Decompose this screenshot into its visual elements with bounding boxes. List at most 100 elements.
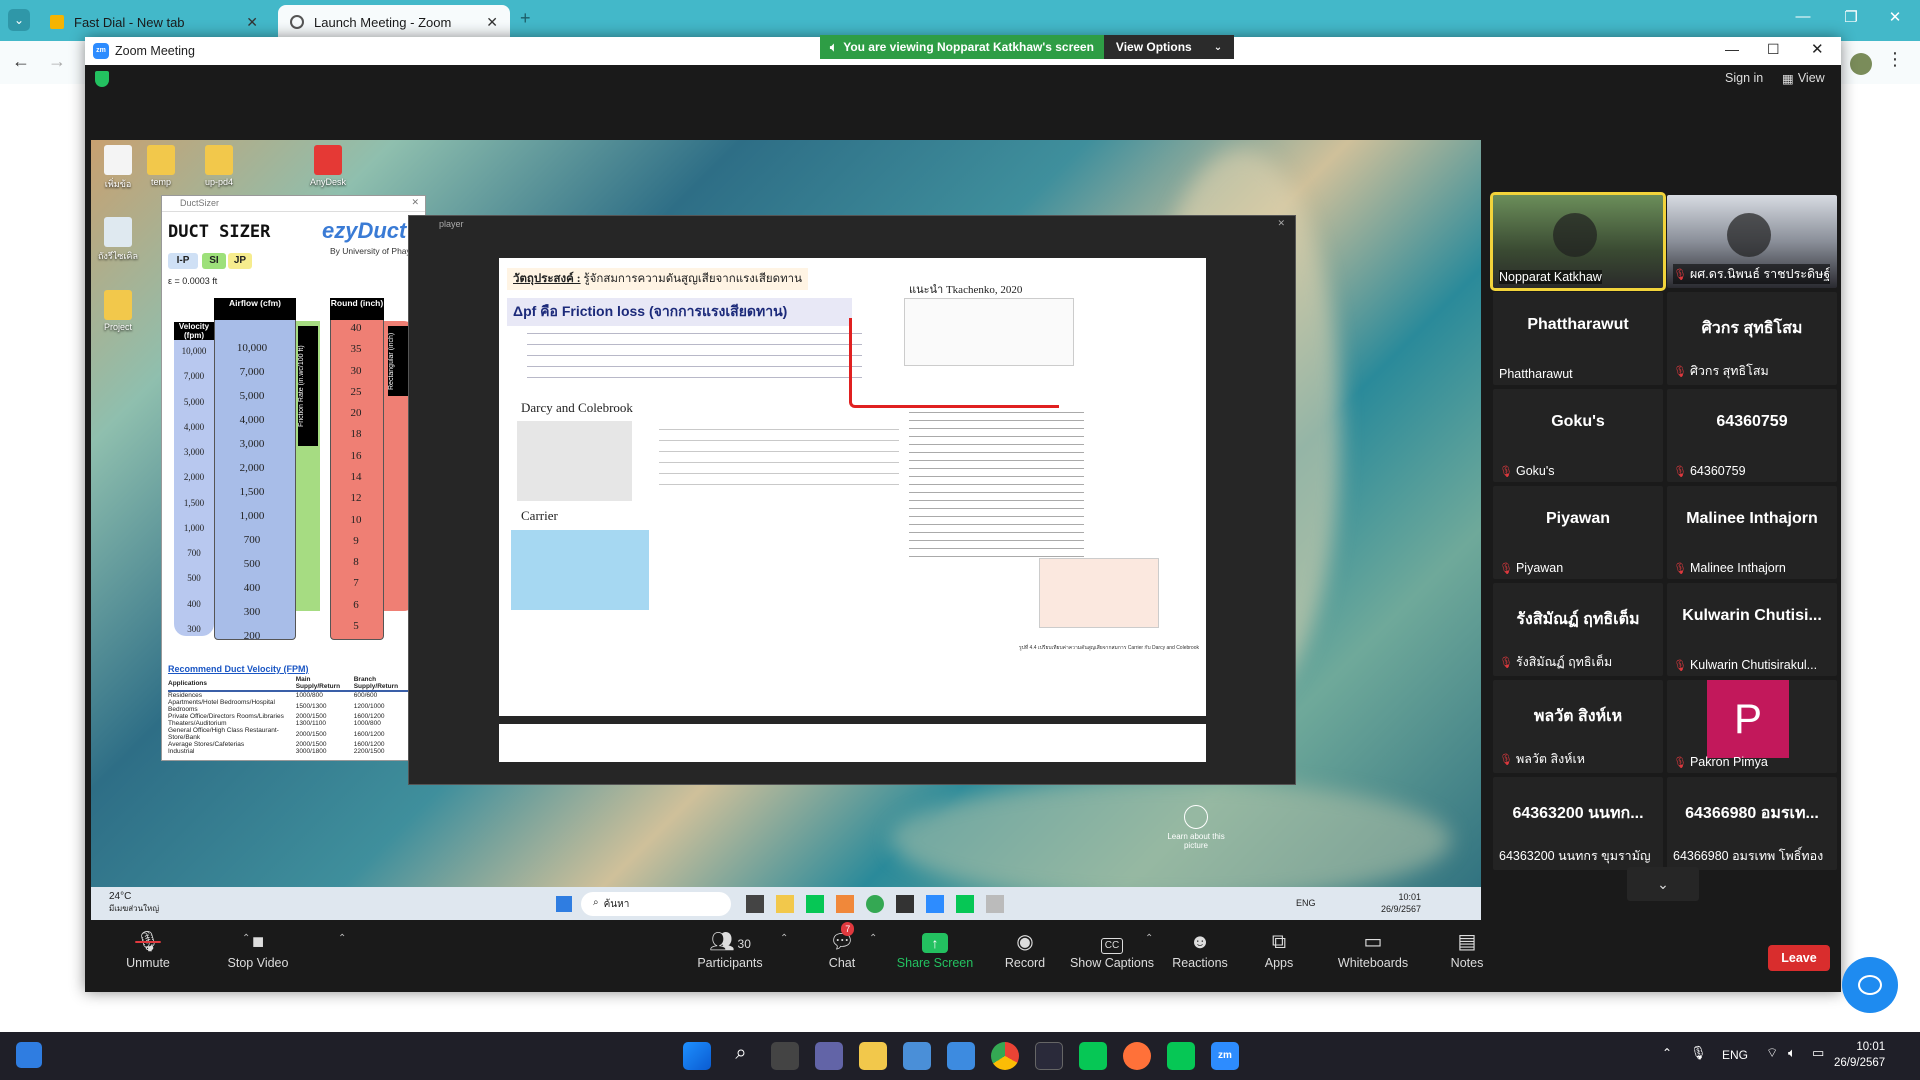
tray-mic-icon[interactable]: 🎙︎ (1690, 1045, 1707, 1061)
tab-list-button[interactable]: ⌄ (8, 9, 30, 31)
line-icon[interactable] (1079, 1042, 1107, 1070)
learn-about-picture[interactable]: Learn about this picture (1166, 805, 1226, 850)
globe-icon (290, 15, 304, 29)
weather-widget[interactable]: 24°C มีเมฆส่วนใหญ่ (109, 891, 159, 915)
back-icon[interactable]: ← (12, 51, 30, 72)
whiteboards-button[interactable]: ▭ Whiteboards (1323, 928, 1423, 970)
ductsizer-window[interactable]: DuctSizer ✕ DUCT SIZER ezyDuct By Univer… (161, 195, 426, 761)
zoom-titlebar: zm Zoom Meeting 🔈︎ You are viewing Noppa… (85, 35, 1841, 65)
support-chat-button[interactable] (1842, 957, 1898, 1013)
task-view-icon[interactable] (771, 1042, 799, 1070)
tab-fast-dial[interactable]: Fast Dial - New tab ✕ (38, 5, 270, 39)
folder-icon[interactable]: Project (93, 290, 143, 332)
forward-icon[interactable]: → (48, 51, 66, 72)
tray-lang[interactable]: ENG (1296, 898, 1316, 908)
reactions-button[interactable]: ☻ Reactions (1155, 928, 1245, 970)
apps-button[interactable]: ⧉ Apps (1234, 928, 1324, 970)
notepad-icon[interactable] (947, 1042, 975, 1070)
captions-caret[interactable]: ⌃ (1145, 933, 1153, 944)
recommend-link[interactable]: Recommend Duct Velocity (FPM) (168, 664, 309, 674)
file-explorer-icon[interactable] (859, 1042, 887, 1070)
chrome-icon[interactable] (991, 1042, 1019, 1070)
minimize-icon[interactable]: — (1788, 8, 1818, 25)
tray-chevron-icon[interactable]: ⌃ (1662, 1046, 1672, 1060)
tray-battery-icon[interactable]: ▭ (1812, 1045, 1824, 1061)
scale-tick-label: 25 (350, 385, 362, 398)
unit-tab-ip[interactable]: I-P (168, 253, 198, 269)
notes-button[interactable]: ▤ Notes (1422, 928, 1512, 970)
start-icon[interactable] (683, 1042, 711, 1070)
participant-tile[interactable]: Goku's 🎙︎ Goku's (1493, 389, 1663, 482)
unit-tab-jp[interactable]: JP (228, 253, 252, 269)
participant-tile[interactable]: พลวัต สิงห์เห 🎙︎ พลวัต สิงห์เห (1493, 680, 1663, 773)
scale-tick-label: 200 (243, 630, 261, 642)
shared-screen[interactable]: เพิ่มข้อ temp up-pd4 AnyDesk ถังรีไซเคิล… (91, 140, 1481, 920)
participant-tile[interactable]: Phattharawut Phattharawut (1493, 292, 1663, 385)
new-tab-button[interactable]: + (520, 8, 531, 29)
leave-button[interactable]: Leave (1768, 945, 1830, 971)
firefox-icon[interactable] (1123, 1042, 1151, 1070)
participant-name: Pakron Pimya (1689, 755, 1768, 769)
participant-tile[interactable]: 64363200 นนทก... 64363200 นนทกร ขุมรามัญ (1493, 777, 1663, 870)
tray-clock[interactable]: 10:01 26/9/2567 (1834, 1039, 1885, 1071)
participant-tile[interactable]: P 🎙︎ Pakron Pimya (1667, 680, 1837, 773)
close-icon[interactable]: ✕ (1811, 40, 1824, 58)
menu-dots-icon[interactable]: ⋮ (1886, 49, 1904, 70)
app-icon[interactable] (1035, 1042, 1063, 1070)
recycle-bin-icon[interactable]: ถังรีไซเคิล (93, 217, 143, 263)
search-icon[interactable]: ⌕ (727, 1042, 755, 1070)
close-icon[interactable]: ✕ (486, 14, 498, 31)
view-options-button[interactable]: View Options ⌄ (1103, 35, 1235, 59)
participants-caret[interactable]: ⌃ (780, 933, 788, 944)
avatar[interactable] (1850, 53, 1872, 75)
chat-caret[interactable]: ⌃ (869, 933, 877, 944)
participant-tile[interactable]: Malinee Inthajorn 🎙︎ Malinee Inthajorn (1667, 486, 1837, 579)
participant-tile[interactable]: 🎙︎ ผศ.ดร.นิพนธ์ ราชประดิษฐ์ (1667, 195, 1837, 288)
zoom-icon[interactable]: zm (1211, 1042, 1239, 1070)
encryption-shield-icon[interactable] (95, 71, 109, 87)
teams-icon[interactable] (815, 1042, 843, 1070)
close-window-icon[interactable]: ✕ (1880, 8, 1910, 26)
close-icon[interactable]: ✕ (246, 14, 258, 31)
share-screen-button[interactable]: ↑ Share Screen (890, 928, 980, 970)
participants-button[interactable]: 👥︎ 30 Participants (685, 928, 775, 970)
close-icon[interactable]: ✕ (1277, 218, 1285, 229)
participant-tile[interactable]: 64360759 🎙︎ 64360759 (1667, 389, 1837, 482)
participant-tile[interactable]: 64366980 อมรเท... 64366980 อมรเทพ โพธิ์ทอ… (1667, 777, 1837, 870)
windows-icon[interactable] (556, 896, 572, 912)
taskbar-search[interactable]: ⌕ ค้นหา (581, 892, 731, 916)
taskbar-apps[interactable] (746, 895, 1106, 913)
widgets-icon[interactable] (16, 1042, 42, 1068)
folder-icon[interactable]: temp (136, 145, 186, 187)
gallery-next-page-button[interactable]: ⌄ (1627, 867, 1699, 901)
line-icon[interactable] (1167, 1042, 1195, 1070)
minimize-icon[interactable]: — (1725, 41, 1739, 57)
participant-tile[interactable]: รังสิมัณฏ์ ฤทธิเต็ม 🎙︎ รังสิมัณฏ์ ฤทธิเต็ม (1493, 583, 1663, 676)
player-window[interactable]: player ✕ วัตถุประสงค์ : รู้จักสมการความด… (408, 215, 1296, 785)
anydesk-icon[interactable]: AnyDesk (303, 145, 353, 187)
tray-clock[interactable]: 10:01 26/9/2567 (1381, 891, 1421, 915)
view-button[interactable]: ▦ View (1782, 71, 1825, 86)
participant-tile[interactable]: ศิวกร สุทธิโสม 🎙︎ ศิวกร สุทธิโสม (1667, 292, 1837, 385)
table-header-cell: Main Supply/Return (295, 676, 341, 690)
sign-in-link[interactable]: Sign in (1725, 71, 1763, 85)
close-icon[interactable]: ✕ (411, 197, 419, 208)
tab-launch-meeting[interactable]: Launch Meeting - Zoom ✕ (278, 5, 510, 39)
folder-icon[interactable]: up-pd4 (194, 145, 244, 187)
record-button[interactable]: ◉ Record (980, 928, 1070, 970)
video-options-caret[interactable]: ⌃ (338, 933, 346, 944)
maximize-icon[interactable]: ☐ (1767, 41, 1780, 58)
remote-desktop-icon[interactable] (903, 1042, 931, 1070)
maximize-icon[interactable]: ❐ (1836, 8, 1866, 26)
participant-tile[interactable]: Piyawan 🎙︎ Piyawan (1493, 486, 1663, 579)
tray-lang[interactable]: ENG (1722, 1048, 1748, 1062)
unit-tab-si[interactable]: SI (202, 253, 226, 269)
participant-tile[interactable]: Nopparat Katkhaw (1490, 192, 1666, 291)
emoji-icon: ☻ (1189, 931, 1211, 953)
tray-wifi-icon[interactable]: ⌔ (1766, 1045, 1778, 1061)
show-captions-button[interactable]: CC Show Captions (1067, 928, 1157, 970)
stop-video-button[interactable]: ■ Stop Video (178, 928, 338, 970)
tray-volume-icon[interactable]: 🔈︎ (1788, 1045, 1796, 1061)
participant-tile[interactable]: Kulwarin Chutisi... 🎙︎ Kulwarin Chutisirak… (1667, 583, 1837, 676)
scale-tick-label: 10,000 (181, 346, 207, 356)
